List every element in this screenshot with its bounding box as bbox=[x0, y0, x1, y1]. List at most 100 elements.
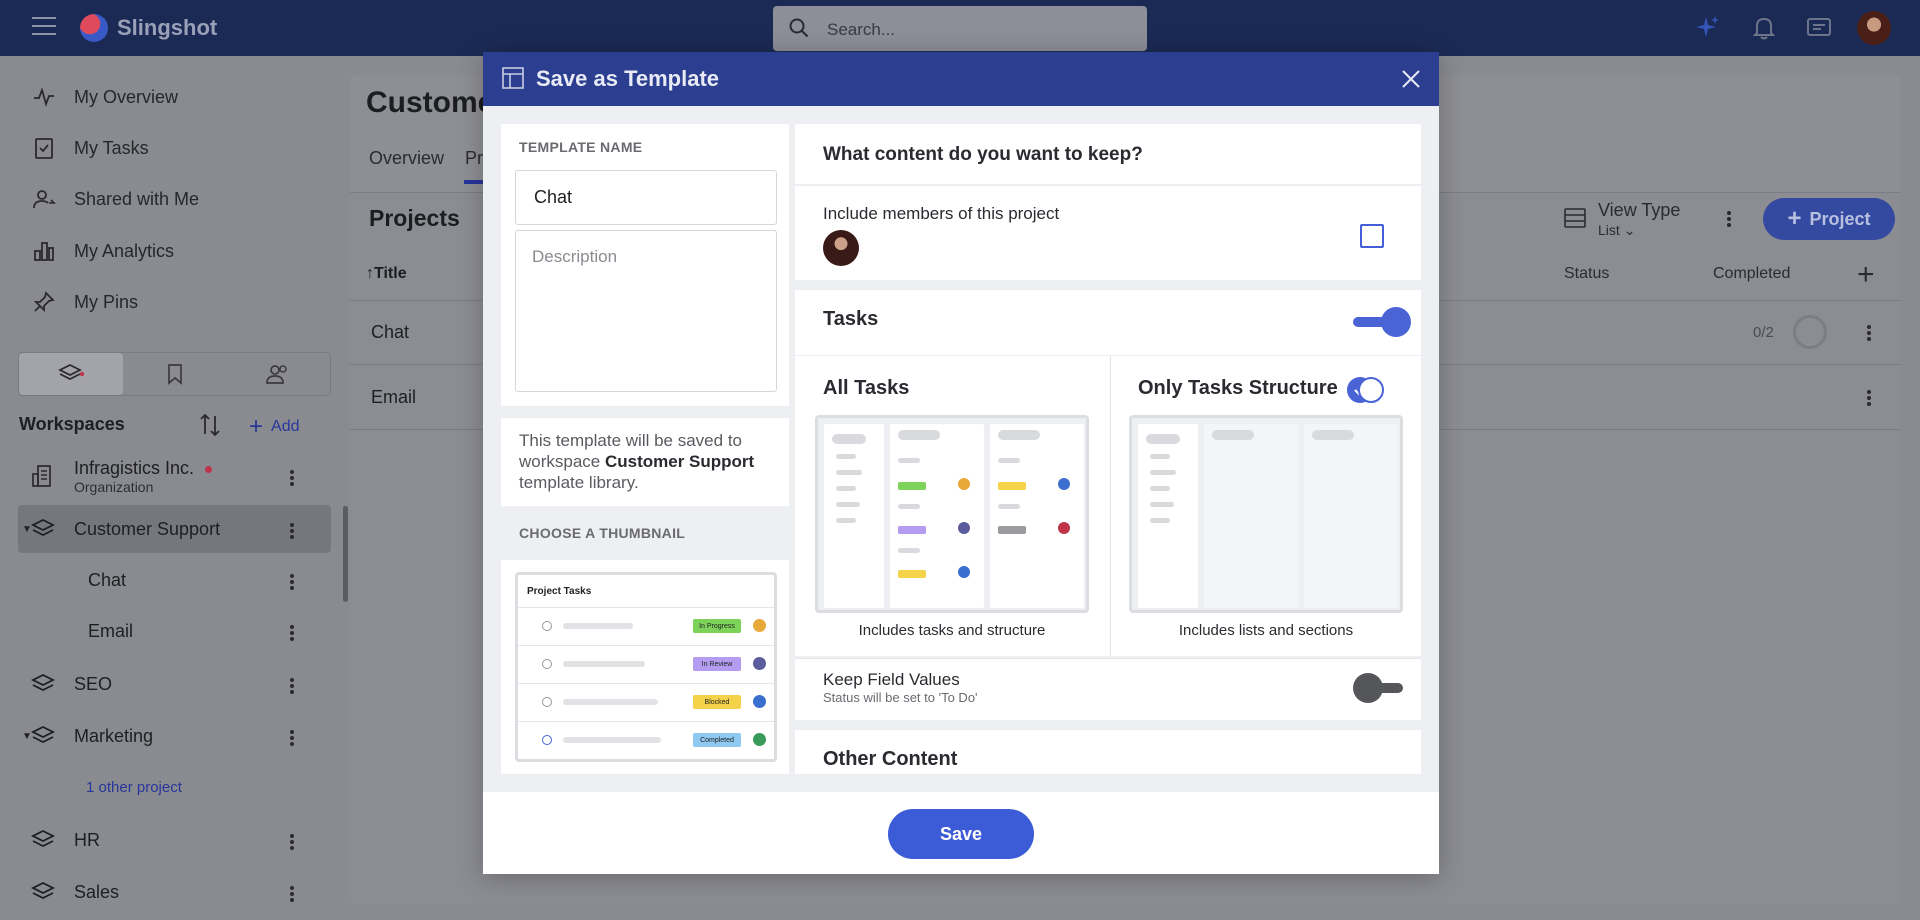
notification-bell-icon[interactable] bbox=[1750, 14, 1778, 42]
more-options-icon[interactable] bbox=[290, 468, 294, 488]
add-project-button[interactable]: + Project bbox=[1763, 198, 1895, 240]
layers-icon bbox=[30, 673, 56, 692]
preview-bar bbox=[898, 504, 920, 509]
sidebar-scrollbar[interactable] bbox=[343, 506, 348, 602]
shared-user-icon bbox=[33, 190, 56, 209]
sidebar-item-my-pins[interactable]: My Pins bbox=[32, 287, 138, 317]
workspace-infragistics[interactable]: Infragistics Inc. Organization bbox=[18, 452, 331, 500]
workspace-hr[interactable]: HR bbox=[18, 816, 331, 864]
column-completed[interactable]: Completed bbox=[1713, 265, 1790, 283]
people-tab[interactable] bbox=[226, 353, 330, 395]
workspace-marketing[interactable]: ▼ Marketing bbox=[18, 712, 331, 760]
column-status[interactable]: Status bbox=[1564, 265, 1609, 283]
project-row-email[interactable]: Email bbox=[371, 387, 416, 408]
preview-bar bbox=[998, 458, 1020, 463]
preview-bar bbox=[1150, 454, 1170, 459]
template-name-input[interactable] bbox=[515, 170, 777, 225]
project-row-chat[interactable]: Chat bbox=[371, 322, 409, 343]
option-structure-title[interactable]: Only Tasks Structure bbox=[1138, 377, 1338, 400]
thumb-avatar bbox=[753, 733, 766, 746]
chat-messages-icon[interactable] bbox=[1805, 14, 1833, 42]
project-chat[interactable]: Chat bbox=[88, 570, 126, 591]
view-type-value: List ⌄ bbox=[1598, 222, 1635, 239]
more-options-icon[interactable] bbox=[1727, 209, 1731, 229]
sort-icon[interactable] bbox=[198, 412, 222, 438]
keep-field-values-label: Keep Field Values bbox=[823, 670, 960, 689]
more-options-icon[interactable] bbox=[290, 521, 294, 541]
sidebar-item-my-overview[interactable]: My Overview bbox=[32, 82, 178, 112]
plus-icon: + bbox=[1787, 205, 1802, 232]
more-options-icon[interactable] bbox=[290, 676, 294, 696]
task-checklist-icon bbox=[35, 138, 53, 159]
more-options-icon[interactable] bbox=[290, 623, 294, 643]
preview-tag bbox=[898, 526, 926, 534]
tab-projects[interactable]: Pr bbox=[465, 148, 483, 169]
user-avatar[interactable] bbox=[1857, 11, 1891, 45]
ai-sparkle-icon[interactable] bbox=[1694, 14, 1722, 42]
sidebar-item-my-tasks[interactable]: My Tasks bbox=[32, 133, 149, 163]
thumb-avatar bbox=[753, 657, 766, 670]
search-placeholder: Search... bbox=[827, 20, 896, 39]
preview-column bbox=[1204, 424, 1298, 608]
tasks-section-header bbox=[795, 290, 1421, 355]
add-column-icon[interactable]: + bbox=[1857, 258, 1875, 292]
dialog-title: Save as Template bbox=[536, 66, 720, 91]
more-options-icon[interactable] bbox=[1867, 388, 1871, 408]
thumb-bar bbox=[563, 661, 645, 667]
more-options-icon[interactable] bbox=[1867, 323, 1871, 343]
workspace-seo[interactable]: SEO bbox=[18, 660, 331, 708]
more-options-icon[interactable] bbox=[290, 572, 294, 592]
sidebar-item-my-analytics[interactable]: My Analytics bbox=[32, 236, 174, 266]
column-title[interactable]: ↑Title bbox=[366, 265, 407, 283]
column-title-label: Title bbox=[374, 265, 407, 282]
other-projects-link[interactable]: 1 other project bbox=[86, 779, 182, 796]
layers-icon bbox=[30, 881, 56, 900]
include-members-checkbox[interactable] bbox=[1360, 224, 1384, 248]
preview-bar bbox=[1150, 486, 1170, 491]
option-all-tasks-title[interactable]: All Tasks bbox=[823, 377, 909, 400]
preview-bar bbox=[836, 470, 862, 475]
tasks-toggle[interactable] bbox=[1353, 307, 1411, 337]
workspace-name: Infragistics Inc. bbox=[74, 458, 195, 478]
keep-field-values-toggle[interactable] bbox=[1353, 673, 1409, 703]
sidebar-item-label: My Tasks bbox=[74, 137, 149, 158]
option-structure-radio[interactable] bbox=[1358, 377, 1384, 403]
thumb-tag: Completed bbox=[693, 733, 741, 747]
thumb-tag: In Review bbox=[693, 657, 741, 671]
thumb-bar bbox=[563, 699, 658, 705]
workspace-sales[interactable]: Sales bbox=[18, 868, 331, 916]
hamburger-menu-icon[interactable] bbox=[32, 17, 56, 37]
tab-overview[interactable]: Overview bbox=[369, 148, 444, 169]
project-email[interactable]: Email bbox=[88, 621, 133, 642]
bookmarks-tab[interactable] bbox=[123, 353, 227, 395]
sidebar-item-shared-with-me[interactable]: Shared with Me bbox=[32, 184, 199, 214]
thumb-avatar bbox=[753, 619, 766, 632]
description-textarea[interactable] bbox=[515, 230, 777, 392]
sidebar-item-label: My Analytics bbox=[74, 240, 175, 261]
workspace-name: HR bbox=[74, 829, 100, 850]
workspaces-tab[interactable] bbox=[19, 353, 123, 395]
search-input[interactable]: Search... bbox=[773, 6, 1147, 51]
people-icon bbox=[266, 365, 287, 384]
notification-dot-icon bbox=[205, 465, 213, 473]
add-workspace-button[interactable]: + Add bbox=[249, 413, 299, 441]
save-button[interactable]: Save bbox=[888, 809, 1034, 859]
thumb-divider bbox=[518, 721, 774, 722]
more-options-icon[interactable] bbox=[290, 832, 294, 852]
preview-column bbox=[824, 424, 884, 608]
sidebar-item-label: My Overview bbox=[74, 86, 179, 107]
all-tasks-preview-image[interactable] bbox=[815, 415, 1089, 613]
thumbnail-title: Project Tasks bbox=[527, 586, 592, 597]
view-type-label: View Type bbox=[1598, 200, 1681, 220]
structure-preview-image[interactable] bbox=[1129, 415, 1403, 613]
close-icon[interactable] bbox=[1400, 68, 1422, 90]
thumbnail-option-project-tasks[interactable]: Project Tasks In Progress In Review Bloc… bbox=[515, 572, 777, 762]
preview-avatar bbox=[958, 478, 970, 490]
building-icon bbox=[32, 465, 51, 487]
dialog-body: TEMPLATE NAME This template will be save… bbox=[483, 106, 1439, 792]
thumb-check-icon bbox=[542, 735, 552, 745]
workspace-customer-support[interactable]: ▼ Customer Support bbox=[18, 505, 331, 553]
save-as-template-dialog: Save as Template TEMPLATE NAME This temp… bbox=[483, 52, 1439, 874]
more-options-icon[interactable] bbox=[290, 884, 294, 904]
more-options-icon[interactable] bbox=[290, 728, 294, 748]
